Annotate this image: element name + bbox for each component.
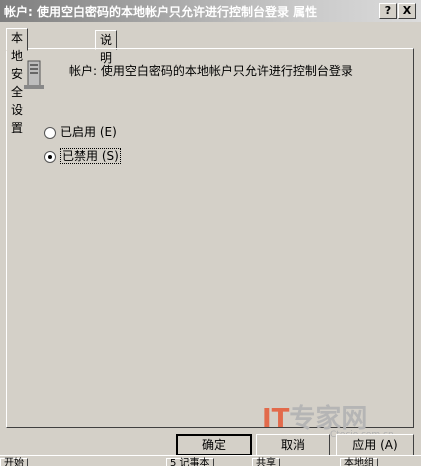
- close-button[interactable]: X: [398, 3, 416, 19]
- title-bar: 帐户: 使用空白密码的本地帐户只允许进行控制台登录 属性 ? X: [0, 0, 421, 22]
- window-title: 帐户: 使用空白密码的本地帐户只允许进行控制台登录 属性: [4, 5, 318, 19]
- taskbar: 开始 5 记事本 共享 本地组: [0, 455, 421, 466]
- policy-description: 帐户: 使用空白密码的本地帐户只允许进行控制台登录: [69, 64, 353, 78]
- radio-circle-disabled[interactable]: [44, 150, 56, 163]
- tab-panel: [6, 48, 414, 428]
- radio-enabled[interactable]: 已启用 (E): [44, 124, 117, 140]
- radio-disabled[interactable]: 已禁用 (S): [44, 148, 121, 164]
- radio-circle-enabled[interactable]: [44, 126, 56, 139]
- radio-label-enabled: 已启用 (E): [60, 125, 117, 139]
- apply-button[interactable]: 应用 (A): [336, 434, 414, 456]
- tab-explain[interactable]: 说明: [95, 30, 118, 65]
- radio-label-disabled: 已禁用 (S): [60, 148, 121, 164]
- help-button[interactable]: ?: [379, 3, 397, 19]
- ok-button[interactable]: 确定: [176, 434, 252, 456]
- cancel-button[interactable]: 取消: [256, 434, 330, 456]
- tab-local-security-setting[interactable]: 本地安全设置: [6, 28, 29, 135]
- server-policy-icon: [24, 60, 44, 89]
